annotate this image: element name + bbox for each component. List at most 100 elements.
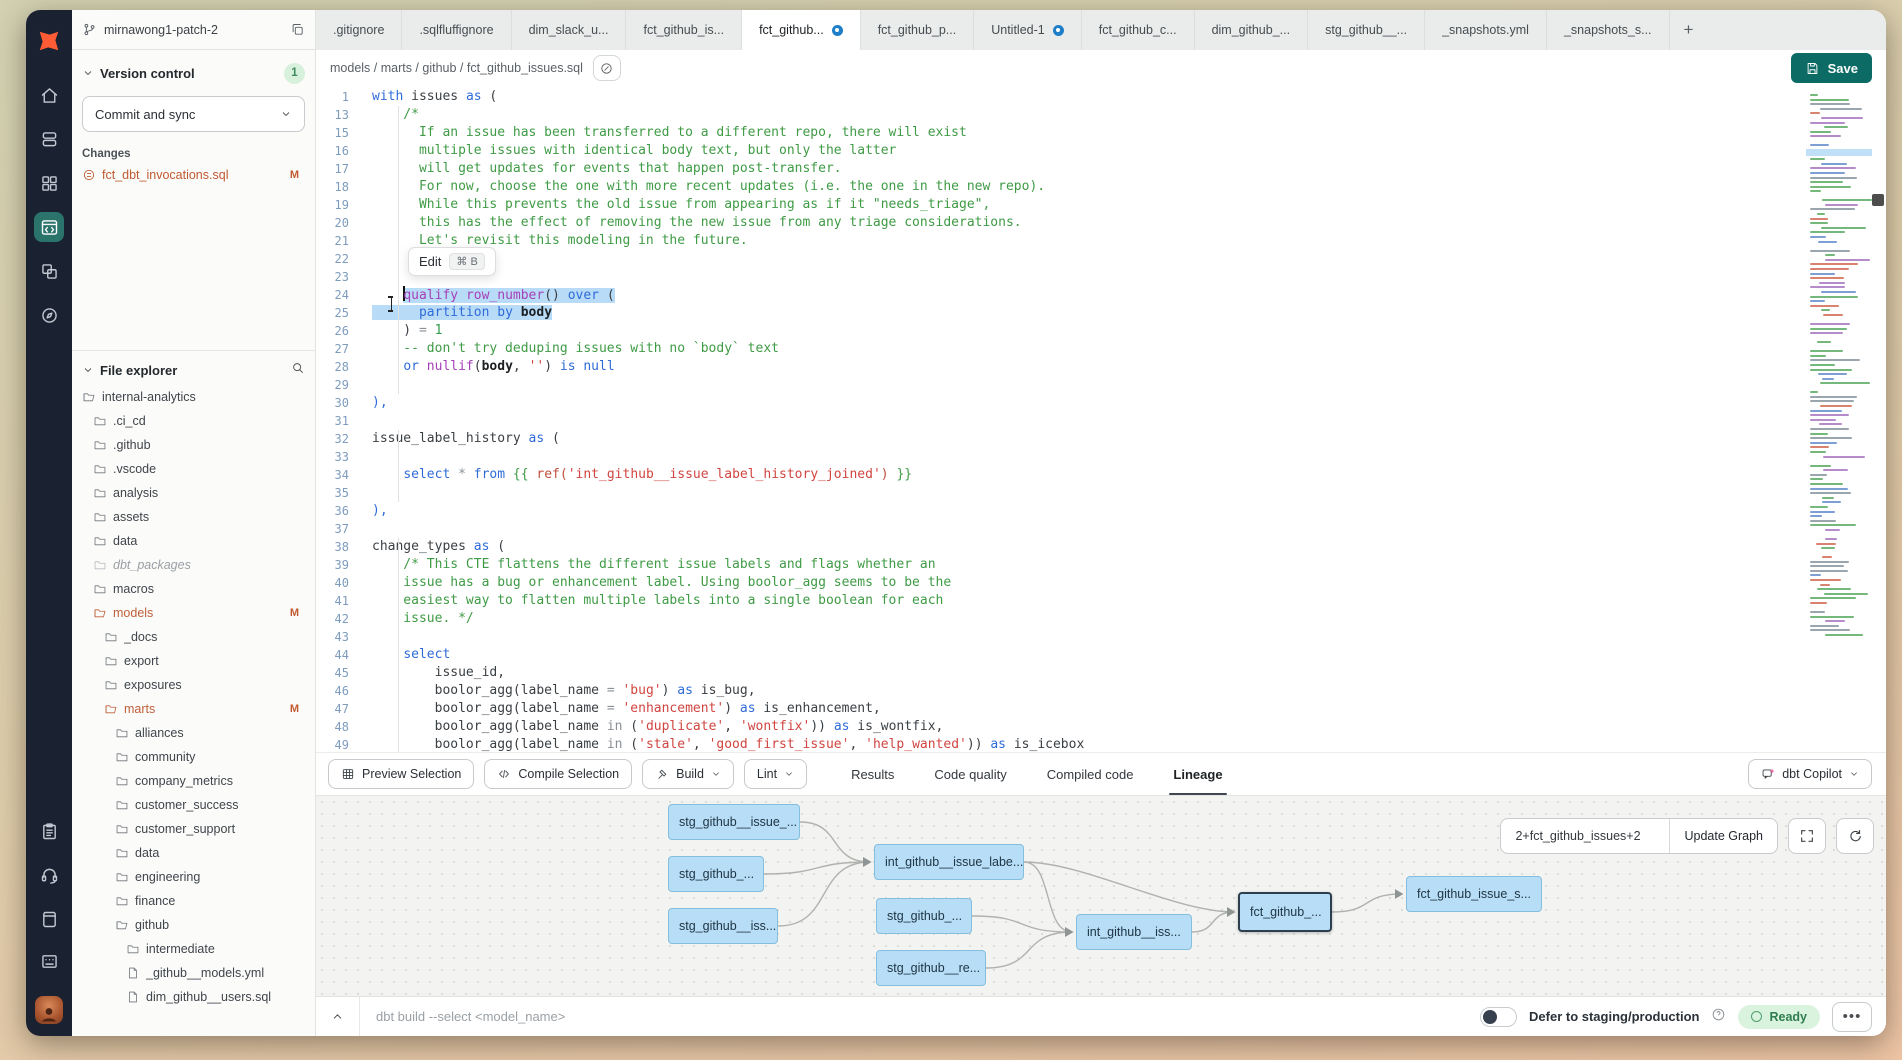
file-tab[interactable]: dim_github_... [1195, 10, 1309, 50]
panel-tab-code-quality[interactable]: Code quality [934, 753, 1006, 795]
grid-icon[interactable] [34, 168, 64, 198]
home-icon[interactable] [34, 80, 64, 110]
build-button[interactable]: Build [642, 759, 734, 789]
tree-item-alliances[interactable]: alliances [82, 721, 305, 745]
keyboard-icon[interactable] [34, 946, 64, 976]
tree-item--vscode[interactable]: .vscode [82, 457, 305, 481]
fullscreen-button[interactable] [1788, 818, 1826, 854]
file-tab[interactable]: .sqlfluffignore [402, 10, 511, 50]
file-tab[interactable]: fct_github_p... [861, 10, 975, 50]
tree-item-data[interactable]: data [82, 841, 305, 865]
command-input[interactable]: dbt build --select <model_name> [376, 1009, 1480, 1024]
tree-item-finance[interactable]: finance [82, 889, 305, 913]
tree-item--ci-cd[interactable]: .ci_cd [82, 409, 305, 433]
clipboard-icon[interactable] [34, 816, 64, 846]
tree-item-exposures[interactable]: exposures [82, 673, 305, 697]
file-tab[interactable]: _snapshots_s... [1547, 10, 1670, 50]
file-tab[interactable]: Untitled-1 [974, 10, 1082, 50]
edit-tooltip-label[interactable]: Edit [419, 254, 441, 269]
lineage-node-n1[interactable]: stg_github__issue_... [668, 804, 800, 840]
lineage-canvas[interactable]: 2+fct_github_issues+2 Update Graph stg_g… [316, 796, 1886, 996]
preview-selection-button[interactable]: Preview Selection [328, 759, 474, 789]
lineage-node-n7[interactable]: int_github__iss... [1076, 914, 1192, 950]
lineage-selector-input[interactable]: 2+fct_github_issues+2 [1501, 819, 1669, 853]
develop-ide-icon[interactable] [34, 212, 64, 242]
panel-tab-results[interactable]: Results [851, 753, 894, 795]
lineage-node-n4[interactable]: int_github__issue_labe... [874, 844, 1024, 880]
search-icon[interactable] [291, 361, 305, 380]
lineage-node-n9[interactable]: fct_github_issue_s... [1406, 876, 1542, 912]
tree-item-community[interactable]: community [82, 745, 305, 769]
lineage-node-n5[interactable]: stg_github_... [876, 898, 972, 934]
tree-item-company-metrics[interactable]: company_metrics [82, 769, 305, 793]
tree-item-export[interactable]: export [82, 649, 305, 673]
tree-item-assets[interactable]: assets [82, 505, 305, 529]
file-tab[interactable]: fct_github_is... [626, 10, 742, 50]
expand-command-bar-button[interactable] [316, 997, 360, 1036]
file-tab[interactable]: stg_github__... [1308, 10, 1425, 50]
folder-icon [115, 870, 129, 884]
file-explorer-header[interactable]: File explorer [82, 355, 305, 385]
help-icon[interactable] [1711, 1007, 1726, 1027]
tree-item-models[interactable]: modelsM [82, 601, 305, 625]
code-area[interactable]: 1with issues as (13 /*15 If an issue has… [316, 86, 1802, 752]
file-tab[interactable]: .gitignore [316, 10, 402, 50]
tree-item-marts[interactable]: martsM [82, 697, 305, 721]
tree-item--github-models-yml[interactable]: _github__models.yml [82, 961, 305, 985]
minimap-selection-band [1806, 149, 1872, 156]
tree-item-dim-github-users-sql[interactable]: dim_github__users.sql [82, 985, 305, 1009]
update-graph-button[interactable]: Update Graph [1669, 819, 1777, 853]
lineage-node-n3[interactable]: stg_github__iss... [668, 908, 778, 944]
lint-button[interactable]: Lint [744, 759, 807, 789]
refresh-button[interactable] [1836, 818, 1874, 854]
version-control-header[interactable]: Version control 1 [82, 58, 305, 88]
tree-item-intermediate[interactable]: intermediate [82, 937, 305, 961]
code-editor[interactable]: 1with issues as (13 /*15 If an issue has… [316, 86, 1886, 752]
defer-toggle[interactable] [1480, 1007, 1517, 1027]
tree-item-engineering[interactable]: engineering [82, 865, 305, 889]
file-tab[interactable]: _snapshots.yml [1425, 10, 1547, 50]
code-line: 33 [316, 448, 1802, 466]
tree-item-analysis[interactable]: analysis [82, 481, 305, 505]
lineage-node-n8[interactable]: fct_github_... [1238, 892, 1332, 932]
user-avatar[interactable] [35, 996, 63, 1024]
tree-item-data[interactable]: data [82, 529, 305, 553]
new-tab-button[interactable]: + [1670, 10, 1708, 50]
tree-item-internal-analytics[interactable]: internal-analytics [82, 385, 305, 409]
file-tab[interactable]: fct_github_c... [1082, 10, 1195, 50]
editor-scrollbar[interactable] [1872, 86, 1884, 752]
scrollbar-thumb[interactable] [1872, 194, 1884, 206]
compile-selection-button[interactable]: Compile Selection [484, 759, 632, 789]
more-options-button[interactable]: ••• [1832, 1002, 1872, 1032]
copy-branch-icon[interactable] [290, 22, 305, 37]
tree-item-github[interactable]: github [82, 913, 305, 937]
lineage-node-n2[interactable]: stg_github_... [668, 856, 764, 892]
copilot-orb-button[interactable] [593, 55, 621, 81]
minimap[interactable] [1810, 94, 1868, 639]
headset-icon[interactable] [34, 860, 64, 890]
save-button[interactable]: Save [1791, 53, 1872, 83]
tree-item-dbt-packages[interactable]: dbt_packages [82, 553, 305, 577]
tree-item-customer-support[interactable]: customer_support [82, 817, 305, 841]
lineage-node-n6[interactable]: stg_github__re... [876, 950, 986, 986]
stack-icon[interactable] [34, 124, 64, 154]
panel-tab-lineage[interactable]: Lineage [1173, 753, 1222, 795]
chevron-down-icon [280, 108, 292, 120]
panel-tab-compiled-code[interactable]: Compiled code [1047, 753, 1134, 795]
file-tab[interactable]: fct_github... [742, 10, 861, 50]
breadcrumb[interactable]: models / marts / github / fct_github_iss… [330, 61, 583, 75]
tree-item-customer-success[interactable]: customer_success [82, 793, 305, 817]
docs-icon[interactable] [34, 904, 64, 934]
dbt-copilot-button[interactable]: dbt Copilot [1748, 759, 1872, 789]
tree-item-macros[interactable]: macros [82, 577, 305, 601]
commit-and-sync-button[interactable]: Commit and sync [82, 96, 305, 132]
tree-item--docs[interactable]: _docs [82, 625, 305, 649]
diff-icon[interactable] [34, 256, 64, 286]
tree-item--github[interactable]: .github [82, 433, 305, 457]
changed-file-row[interactable]: fct_dbt_invocations.sql M [82, 168, 305, 182]
file-tab[interactable]: dim_slack_u... [512, 10, 627, 50]
dbt-logo-icon[interactable] [34, 26, 64, 56]
branch-name[interactable]: mirnawong1-patch-2 [104, 23, 283, 37]
file-tab-label: fct_github... [759, 23, 824, 37]
compass-icon[interactable] [34, 300, 64, 330]
